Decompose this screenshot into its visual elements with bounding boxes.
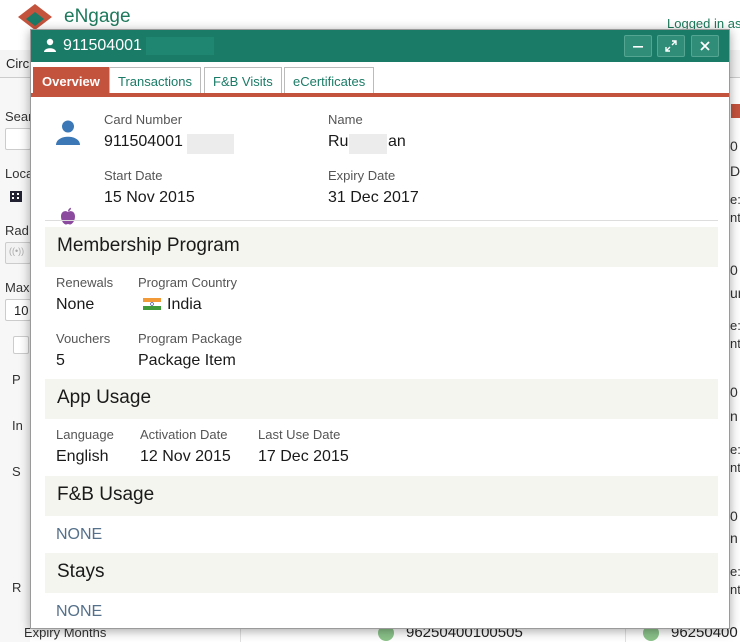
result-text: e: xyxy=(730,192,740,207)
result-text: n xyxy=(730,408,738,424)
vouchers-label: Vouchers xyxy=(56,331,111,346)
last-use-date-value: 17 Dec 2015 xyxy=(258,448,349,465)
tab-transactions[interactable]: Transactions xyxy=(109,67,201,96)
result-text: nte xyxy=(730,460,740,475)
membership-section-title: Membership Program xyxy=(57,235,240,256)
maximize-button[interactable] xyxy=(657,35,685,57)
redacted-block xyxy=(187,134,234,154)
tree-node-in[interactable]: In xyxy=(12,418,23,433)
result-text: De xyxy=(730,163,740,179)
result-text: un xyxy=(730,285,740,301)
dialog-title: 911504001 xyxy=(63,37,142,54)
start-date-label: Start Date xyxy=(104,168,163,183)
app-logo-text: eNgage xyxy=(64,6,131,27)
name-label: Name xyxy=(328,112,363,127)
app-usage-section-title: App Usage xyxy=(57,387,152,408)
tree-node-s[interactable]: S xyxy=(12,464,21,479)
minimize-button[interactable] xyxy=(624,35,652,57)
activation-date-label: Activation Date xyxy=(140,427,228,442)
minimize-icon xyxy=(633,46,643,48)
signal-icon: ((•)) xyxy=(9,246,25,256)
result-text: nte xyxy=(730,210,740,225)
user-icon xyxy=(44,38,56,52)
radius-input[interactable]: ((•)) xyxy=(5,242,31,264)
result-text: 0 xyxy=(730,262,738,278)
renewals-label: Renewals xyxy=(56,275,114,290)
result-text: n xyxy=(730,530,738,546)
tree-node-p[interactable]: P xyxy=(12,372,21,387)
fb-usage-section-header: F&B Usage xyxy=(45,476,718,516)
fb-usage-value: NONE xyxy=(56,526,103,543)
overview-panel: Card Number 911504001 Name Ru an Start D… xyxy=(31,97,729,628)
redacted-block xyxy=(349,134,387,154)
result-text: 0 xyxy=(730,138,738,154)
sidebar-label-location: Loca xyxy=(5,166,34,181)
result-text: 0 xyxy=(730,384,738,400)
max-input-value: 10 xyxy=(14,303,29,318)
language-value: English xyxy=(56,448,109,465)
vouchers-value: 5 xyxy=(56,352,65,369)
sidebar-label-radius: Rad xyxy=(5,223,29,238)
result-text: e: xyxy=(730,564,740,579)
max-input[interactable]: 10 xyxy=(5,299,31,321)
result-text: nte xyxy=(730,336,740,351)
sidebar-label-search: Sear xyxy=(5,109,33,124)
program-package-value: Package Item xyxy=(138,352,236,369)
membership-section-header: Membership Program xyxy=(45,227,718,267)
stays-section-title: Stays xyxy=(57,561,105,582)
fb-usage-section-title: F&B Usage xyxy=(57,484,155,505)
expiry-date-label: Expiry Date xyxy=(328,168,396,183)
nav-item[interactable]: Circ xyxy=(6,56,29,71)
start-date-value: 15 Nov 2015 xyxy=(104,189,195,206)
expiry-date-value: 31 Dec 2017 xyxy=(328,189,419,206)
india-flag-icon xyxy=(143,298,161,310)
expand-icon xyxy=(665,40,677,52)
sidebar-label-max: Max xyxy=(5,280,30,295)
dialog-titlebar[interactable]: 911504001 xyxy=(31,30,729,62)
close-icon xyxy=(700,41,710,51)
renewals-value: None xyxy=(56,296,95,313)
result-text: e: xyxy=(730,318,740,333)
add-filter-button[interactable] xyxy=(13,336,29,354)
card-number-value: 911504001 xyxy=(104,133,183,150)
stays-section-header: Stays xyxy=(45,553,718,593)
filter-sidebar xyxy=(0,78,30,642)
stays-value: NONE xyxy=(56,603,103,620)
close-button[interactable] xyxy=(691,35,719,57)
tree-node-r[interactable]: R xyxy=(12,580,21,595)
divider xyxy=(45,220,718,221)
country-name: India xyxy=(167,296,202,313)
member-detail-dialog: 911504001 Overview Transactions F&B Visi… xyxy=(30,29,730,629)
apple-icon xyxy=(61,207,75,225)
last-use-date-label: Last Use Date xyxy=(258,427,341,442)
name-value-start: Ru xyxy=(328,133,349,150)
program-country-value: India xyxy=(138,296,202,314)
program-package-label: Program Package xyxy=(138,331,243,346)
building-icon xyxy=(10,191,22,202)
result-text: 0 xyxy=(730,508,738,524)
result-text: nte xyxy=(730,582,740,597)
redacted-block xyxy=(146,37,214,55)
activation-date-value: 12 Nov 2015 xyxy=(140,448,231,465)
app-usage-section-header: App Usage xyxy=(45,379,718,419)
member-user-icon xyxy=(56,120,80,145)
card-number-label: Card Number xyxy=(104,112,183,127)
language-label: Language xyxy=(56,427,114,442)
dialog-tabs: Overview Transactions F&B Visits eCertif… xyxy=(31,62,729,96)
tab-ecertificates[interactable]: eCertificates xyxy=(284,67,375,96)
sidebar-search-input[interactable] xyxy=(5,128,31,150)
results-tag xyxy=(731,104,740,118)
name-value-end: an xyxy=(388,133,406,150)
result-text: e: xyxy=(730,442,740,457)
program-country-label: Program Country xyxy=(138,275,237,290)
tab-fb-visits[interactable]: F&B Visits xyxy=(204,67,282,96)
tab-overview[interactable]: Overview xyxy=(33,67,109,96)
